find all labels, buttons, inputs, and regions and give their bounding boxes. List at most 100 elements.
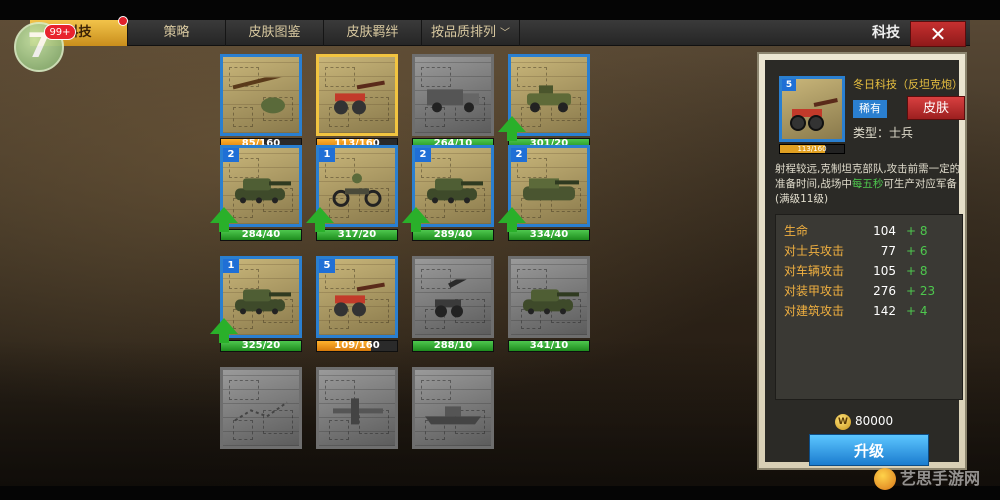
unit-level-badge: 2 — [223, 148, 239, 162]
rarity-badge: 稀有 — [853, 100, 887, 118]
detail-progress-bar: 113/160 — [779, 144, 845, 154]
unit-progress-bar: 284/40 — [220, 229, 302, 241]
unit-card[interactable]: 1 325/20 — [210, 256, 302, 352]
unit-card-image — [316, 54, 398, 136]
skin-button[interactable]: 皮肤 — [907, 96, 965, 120]
unit-progress-text: 289/40 — [433, 229, 473, 240]
unit-progress-bar: 317/20 — [316, 229, 398, 241]
sort-dropdown[interactable]: 按品质排列 ﹀ — [422, 20, 520, 46]
unit-card[interactable]: 288/10 — [412, 256, 494, 352]
ship-icon — [421, 390, 485, 434]
cost-value: 80000 — [855, 414, 894, 428]
stat-bonus: + 8 — [906, 224, 928, 238]
unit-progress-text: 109/160 — [334, 340, 380, 351]
artillery-gun-icon — [325, 77, 389, 121]
tank-icon — [229, 168, 293, 212]
unit-card[interactable]: 2 334/40 — [498, 145, 590, 241]
upgrade-arrow-icon — [306, 207, 334, 232]
stat-row-vs-vehicle: 对车辆攻击 105 + 8 — [784, 261, 956, 281]
unit-progress-bar: 334/40 — [508, 229, 590, 241]
tab-skin-gallery-label: 皮肤图鉴 — [248, 25, 301, 40]
stat-bonus: + 6 — [906, 244, 928, 258]
unit-card[interactable] — [412, 367, 494, 449]
stat-label: 对装甲攻击 — [784, 284, 845, 298]
tank-icon — [421, 168, 485, 212]
unit-level-badge: 1 — [223, 259, 239, 273]
upgrade-button[interactable]: 升级 — [809, 434, 929, 466]
unit-card[interactable]: 85/160 — [220, 54, 302, 150]
detail-unit-thumbnail: 5 — [779, 76, 845, 142]
stat-value: 105 — [873, 264, 896, 278]
map-icon — [229, 390, 293, 434]
stat-value: 77 — [880, 244, 896, 258]
unit-progress-bar: 289/40 — [412, 229, 494, 241]
unit-card[interactable]: 113/160 — [316, 54, 398, 150]
tank-icon — [229, 279, 293, 323]
chevron-down-icon: ﹀ — [500, 28, 510, 39]
stat-label: 生命 — [784, 224, 809, 238]
tab-skin-gallery[interactable]: 皮肤图鉴 — [226, 20, 324, 46]
unit-progress-text: 334/40 — [529, 229, 569, 240]
stat-bonus: + 4 — [906, 304, 928, 318]
stat-label: 对车辆攻击 — [784, 264, 845, 278]
upgrade-arrow-icon — [498, 116, 526, 141]
unit-progress-bar: 341/10 — [508, 340, 590, 352]
unit-progress-text: 325/20 — [241, 340, 281, 351]
stat-row-vs-building: 对建筑攻击 142 + 4 — [784, 301, 956, 321]
unit-card[interactable] — [316, 367, 398, 449]
tank-icon — [517, 279, 581, 323]
unit-description: 射程较远,克制坦克部队,攻击前需一定的准备时间,战场中每五秒可生产对应军备(满级… — [775, 162, 965, 207]
stat-label: 对士兵攻击 — [784, 244, 845, 258]
unit-card[interactable]: 264/10 — [412, 54, 494, 150]
unit-progress-text: 341/10 — [529, 340, 569, 351]
unit-card[interactable]: 2 289/40 — [402, 145, 494, 241]
upgrade-arrow-icon — [210, 318, 238, 343]
plane-icon — [325, 390, 389, 434]
unit-card-image — [220, 54, 302, 136]
stat-label: 对建筑攻击 — [784, 304, 845, 318]
sort-dropdown-label: 按品质排列 — [430, 25, 496, 40]
unit-card[interactable]: 5 109/160 — [316, 256, 398, 352]
upgrade-arrow-icon — [402, 207, 430, 232]
stat-row-vs-armor: 对装甲攻击 276 + 23 — [784, 281, 956, 301]
unit-progress-text: 317/20 — [337, 229, 377, 240]
artillery-gun-icon — [790, 98, 838, 131]
unit-card-image — [412, 367, 494, 449]
stat-row-hp: 生命 104 + 8 — [784, 221, 956, 241]
unit-card-image: 5 — [316, 256, 398, 338]
unit-card[interactable]: 2 284/40 — [210, 145, 302, 241]
tab-strategy[interactable]: 策略 — [128, 20, 226, 46]
tab-strategy-label: 策略 — [163, 25, 190, 40]
rifle-helmet-icon — [229, 72, 293, 121]
unit-card-image — [412, 54, 494, 136]
detail-progress-text: 113/160 — [797, 145, 827, 153]
assistant-badge: 99+ — [44, 24, 76, 40]
motorcycle-icon — [325, 168, 389, 212]
unit-progress-text: 288/10 — [433, 340, 473, 351]
jeep-icon — [517, 77, 581, 121]
unit-card[interactable] — [220, 367, 302, 449]
unit-card[interactable]: 341/10 — [508, 256, 590, 352]
unit-type: 类型：士兵 — [853, 126, 914, 140]
stat-value: 276 — [873, 284, 896, 298]
unit-name: 冬日科技（反坦克炮） — [853, 78, 963, 91]
detail-level-badge: 5 — [782, 79, 796, 91]
top-letterbox — [0, 0, 1000, 20]
unit-card[interactable]: 1 317/20 — [306, 145, 398, 241]
bottom-letterbox — [0, 486, 1000, 500]
close-button[interactable]: ✕ — [910, 21, 966, 47]
upgrade-arrow-icon — [498, 207, 526, 232]
tab-skin-bonds-label: 皮肤羁绊 — [346, 25, 399, 40]
unit-card[interactable]: 301/20 — [498, 54, 590, 150]
desc-highlight: 每五秒 — [851, 178, 884, 190]
unit-card-image — [220, 367, 302, 449]
unit-detail-panel: 5 113/160 冬日科技（反坦克炮） 稀有 皮肤 类型：士兵 射程较远,克制… — [757, 52, 967, 470]
unit-level-badge: 5 — [319, 259, 335, 273]
unit-level-badge: 1 — [319, 148, 335, 162]
watermark-text: 艺思手游网 — [899, 468, 980, 488]
tab-skin-bonds[interactable]: 皮肤羁绊 — [324, 20, 422, 46]
stat-value: 142 — [873, 304, 896, 318]
upgrade-arrow-icon — [210, 207, 238, 232]
stat-row-vs-soldier: 对士兵攻击 77 + 6 — [784, 241, 956, 261]
unit-progress-bar: 325/20 — [220, 340, 302, 352]
